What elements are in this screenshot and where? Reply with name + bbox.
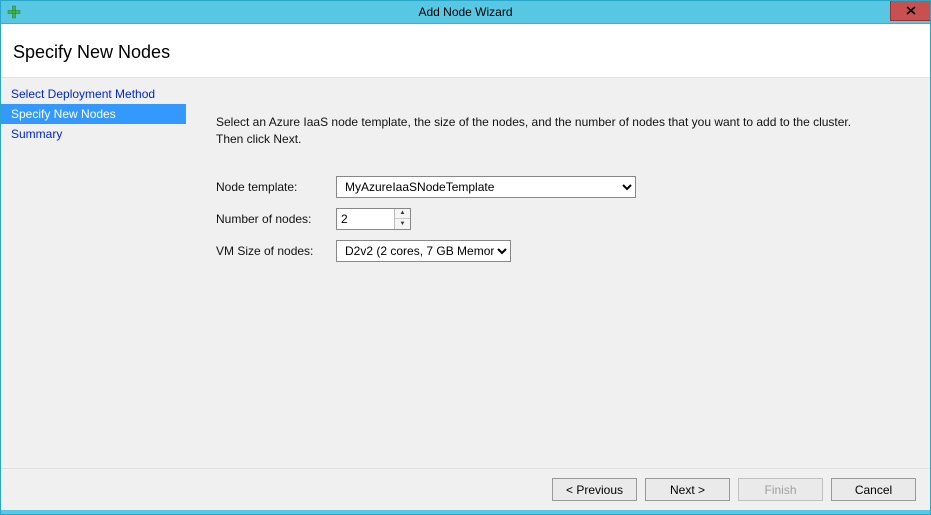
vm-size-label: VM Size of nodes: bbox=[216, 244, 336, 258]
number-of-nodes-spinner[interactable]: ▲ ▼ bbox=[336, 208, 411, 230]
step-summary[interactable]: Summary bbox=[1, 124, 186, 144]
node-template-row: Node template: MyAzureIaaSNodeTemplate bbox=[216, 176, 906, 198]
vm-size-select[interactable]: D2v2 (2 cores, 7 GB Memory) bbox=[336, 240, 511, 262]
vm-size-row: VM Size of nodes: D2v2 (2 cores, 7 GB Me… bbox=[216, 240, 906, 262]
spinner-down-icon[interactable]: ▼ bbox=[395, 218, 410, 229]
titlebar: Add Node Wizard bbox=[1, 1, 930, 24]
window-bottom-border bbox=[1, 510, 930, 514]
step-specify-new-nodes[interactable]: Specify New Nodes bbox=[1, 104, 186, 124]
cancel-button[interactable]: Cancel bbox=[831, 478, 916, 501]
main-content: Select an Azure IaaS node template, the … bbox=[186, 78, 930, 468]
close-button[interactable] bbox=[890, 1, 930, 21]
wizard-footer: < Previous Next > Finish Cancel bbox=[1, 468, 930, 510]
number-of-nodes-input[interactable] bbox=[337, 209, 394, 229]
wizard-body: Select Deployment Method Specify New Nod… bbox=[1, 77, 930, 468]
finish-button: Finish bbox=[738, 478, 823, 501]
step-select-deployment-method[interactable]: Select Deployment Method bbox=[1, 84, 186, 104]
wizard-header: Specify New Nodes bbox=[1, 24, 930, 77]
previous-button[interactable]: < Previous bbox=[552, 478, 637, 501]
window-title: Add Node Wizard bbox=[1, 5, 930, 19]
wizard-steps-sidebar: Select Deployment Method Specify New Nod… bbox=[1, 78, 186, 468]
node-template-label: Node template: bbox=[216, 180, 336, 194]
next-button[interactable]: Next > bbox=[645, 478, 730, 501]
instruction-text: Select an Azure IaaS node template, the … bbox=[216, 114, 876, 148]
page-title: Specify New Nodes bbox=[13, 42, 918, 63]
number-of-nodes-label: Number of nodes: bbox=[216, 212, 336, 226]
app-icon bbox=[3, 1, 25, 23]
wizard-window: Add Node Wizard Specify New Nodes Select… bbox=[0, 0, 931, 515]
spinner-up-icon[interactable]: ▲ bbox=[395, 209, 410, 219]
number-of-nodes-row: Number of nodes: ▲ ▼ bbox=[216, 208, 906, 230]
node-template-select[interactable]: MyAzureIaaSNodeTemplate bbox=[336, 176, 636, 198]
